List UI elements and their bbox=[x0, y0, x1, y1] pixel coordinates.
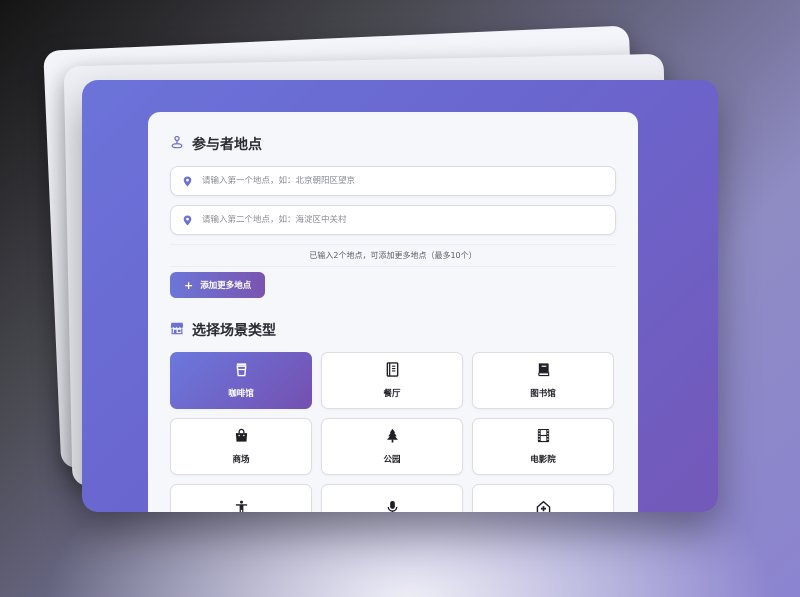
location-input-1[interactable] bbox=[202, 176, 603, 186]
location-person-icon bbox=[170, 135, 184, 153]
scene-label: 图书馆 bbox=[530, 389, 556, 399]
scene-label: 咖啡馆 bbox=[228, 389, 254, 399]
location-input-row-1[interactable] bbox=[170, 166, 616, 196]
participants-title-text: 参与者地点 bbox=[192, 137, 262, 153]
hospital-icon bbox=[536, 500, 551, 512]
scene-label: 餐厅 bbox=[383, 389, 401, 399]
plus-icon: + bbox=[184, 278, 194, 292]
scene-tile-8[interactable] bbox=[321, 484, 463, 512]
location-input-2[interactable] bbox=[202, 215, 603, 225]
scenes-section-title: 选择场景类型 bbox=[170, 320, 616, 340]
scene-tile-cafe[interactable]: 咖啡馆 bbox=[170, 352, 312, 409]
menu-book-icon bbox=[385, 362, 400, 381]
map-pin-icon bbox=[183, 172, 192, 191]
form-panel: 参与者地点 已输入2个地点，可添加更多地点（最多10个） + 添加更多地点 选择… bbox=[148, 112, 638, 512]
microphone-icon bbox=[385, 500, 400, 512]
shopping-bag-icon bbox=[234, 428, 249, 447]
person-icon bbox=[234, 500, 249, 512]
location-input-row-2[interactable] bbox=[170, 205, 616, 235]
scene-tile-7[interactable] bbox=[170, 484, 312, 512]
scene-tile-library[interactable]: 图书馆 bbox=[472, 352, 614, 409]
scenes-title-text: 选择场景类型 bbox=[192, 323, 276, 339]
book-icon bbox=[536, 362, 551, 381]
scene-tile-restaurant[interactable]: 餐厅 bbox=[321, 352, 463, 409]
participants-section-title: 参与者地点 bbox=[170, 134, 616, 154]
scene-tile-mall[interactable]: 商场 bbox=[170, 418, 312, 475]
add-location-button[interactable]: + 添加更多地点 bbox=[170, 272, 266, 298]
add-location-label: 添加更多地点 bbox=[200, 281, 252, 291]
scene-grid: 咖啡馆 餐厅 图书馆 商场 公园 电影院 bbox=[170, 352, 616, 512]
map-pin-icon bbox=[183, 211, 192, 230]
film-icon bbox=[536, 428, 551, 447]
scene-label: 电影院 bbox=[530, 455, 556, 465]
scene-tile-park[interactable]: 公园 bbox=[321, 418, 463, 475]
tree-icon bbox=[385, 428, 400, 447]
scene-label: 公园 bbox=[383, 455, 401, 465]
scene-tile-9[interactable] bbox=[472, 484, 614, 512]
scene-tile-cinema[interactable]: 电影院 bbox=[472, 418, 614, 475]
coffee-cup-icon bbox=[234, 362, 249, 381]
scene-label: 商场 bbox=[232, 455, 250, 465]
location-count-hint: 已输入2个地点，可添加更多地点（最多10个） bbox=[170, 244, 616, 267]
app-window: 参与者地点 已输入2个地点，可添加更多地点（最多10个） + 添加更多地点 选择… bbox=[82, 80, 718, 512]
store-icon bbox=[170, 321, 184, 339]
